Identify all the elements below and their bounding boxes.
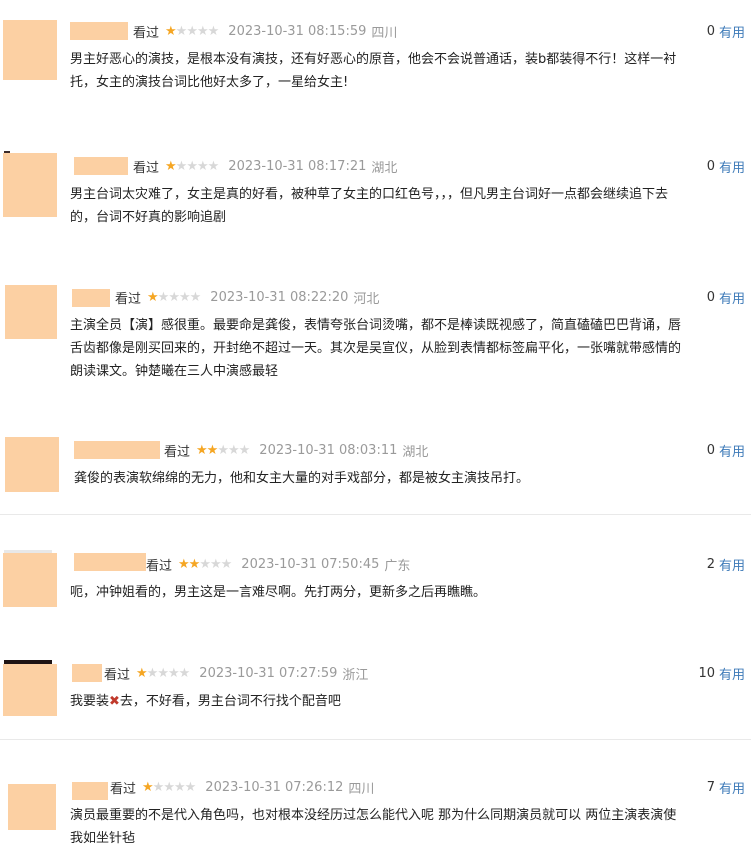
- cross-mark-icon: ✖: [109, 694, 120, 709]
- useful-button[interactable]: 有用: [719, 664, 745, 683]
- useful-vote[interactable]: 2 有用: [707, 553, 745, 575]
- watched-label: 看过: [115, 291, 142, 307]
- review-text-line: 呃，冲钟姐看的，男主这是一言难尽啊。先打两分，更新多之后再瞧瞧。: [70, 585, 487, 600]
- review-text-line: 托，女主的演技台词比他好太多了，一星给女主!: [70, 75, 349, 90]
- useful-button[interactable]: 有用: [719, 288, 745, 307]
- rating-stars: ★ ★ ★ ★ ★: [196, 442, 250, 458]
- useful-button[interactable]: 有用: [719, 22, 745, 41]
- watched-label: 看过: [146, 558, 173, 574]
- review-location: 湖北: [402, 444, 429, 460]
- rating-stars: ★ ★ ★ ★ ★: [165, 158, 219, 174]
- review-text-line: 舌齿都像是刚买回来的，开封绝不超过一天。其次是吴宣仪，从脸到表情都标签扁平化，一…: [70, 341, 682, 356]
- review-text: 男主好恶心的演技，是根本没有演技，还有好恶心的原音，他会不会说普通话，装b都装得…: [70, 48, 676, 94]
- review-text-line: 主演全员【演】感很重。最要命是龚俊，表情夸张台词烫嘴，都不是棒读既视感了，简直磕…: [70, 318, 682, 333]
- divider: [0, 739, 751, 740]
- watched-label: 看过: [133, 25, 160, 41]
- review-location: 四川: [348, 781, 375, 797]
- avatar[interactable]: [5, 285, 57, 339]
- username[interactable]: [74, 553, 146, 571]
- watched-label: 看过: [104, 667, 131, 683]
- rating-stars: ★ ★ ★ ★ ★: [136, 665, 190, 681]
- review-item: 看过 ★ ★ ★ ★ ★ 2023-10-31 07:26:12 四川 7 有用 演员最…: [0, 770, 751, 851]
- review-item: 看过 ★ ★ ★ ★ ★ 2023-10-31 08:22:20 河北 0 有用 主演全…: [0, 265, 751, 425]
- review-text-line: 龚俊的表演软绵绵的无力，他和女主大量的对手戏部分，都是被女主演技吊打。: [74, 471, 530, 486]
- avatar[interactable]: [8, 784, 56, 830]
- rating-stars: ★ ★ ★ ★ ★: [178, 556, 232, 572]
- useful-count: 0: [706, 23, 715, 39]
- username[interactable]: [74, 157, 128, 175]
- avatar[interactable]: [5, 437, 59, 492]
- avatar[interactable]: [3, 153, 57, 217]
- review-text-line: 演员最重要的不是代入角色吗，也对根本没经历过怎么能代入呢 那为什么同期演员就可以…: [70, 808, 677, 823]
- useful-vote[interactable]: 10 有用: [698, 662, 745, 684]
- useful-button[interactable]: 有用: [719, 441, 745, 460]
- username[interactable]: [72, 289, 110, 307]
- review-text-line: 男主台词太灾难了，女主是真的好看，被种草了女主的口红色号，，，但凡男主台词好一点…: [70, 187, 669, 202]
- review-location: 浙江: [342, 667, 369, 683]
- review-text: 演员最重要的不是代入角色吗，也对根本没经历过怎么能代入呢 那为什么同期演员就可以…: [70, 804, 676, 850]
- review-text: 我要装✖去，不好看，男主台词不行找个配音吧: [70, 690, 341, 713]
- useful-vote[interactable]: 0 有用: [707, 20, 745, 42]
- review-text: 男主台词太灾难了，女主是真的好看，被种草了女主的口红色号，，，但凡男主台词好一点…: [70, 183, 668, 229]
- watched-label: 看过: [133, 160, 160, 176]
- useful-count: 10: [698, 665, 715, 681]
- review-text: 主演全员【演】感很重。最要命是龚俊，表情夸张台词烫嘴，都不是棒读既视感了，简直磕…: [70, 314, 681, 383]
- review-text-line: 朗读课文。钟楚曦在三人中演感最轻: [70, 364, 279, 379]
- review-item: 看过 ★ ★ ★ ★ ★ 2023-10-31 08:17:21 湖北 0 有用 男主台…: [0, 135, 751, 265]
- review-item: 看过 ★ ★ ★ ★ ★ 2023-10-31 07:27:59 浙江 10 有用 我要…: [0, 650, 751, 740]
- review-time: 2023-10-31 08:15:59: [228, 23, 367, 39]
- useful-button[interactable]: 有用: [719, 157, 745, 176]
- review-location: 湖北: [371, 160, 398, 176]
- review-location: 四川: [371, 25, 398, 41]
- review-text-line: 的，台词不好真的影响追剧: [70, 210, 227, 225]
- rating-stars: ★ ★ ★ ★ ★: [142, 779, 196, 795]
- review-time: 2023-10-31 07:50:45: [241, 556, 380, 572]
- watched-label: 看过: [164, 444, 191, 460]
- review-item: 看过 ★ ★ ★ ★ ★ 2023-10-31 08:15:59 四川 0 有用 男主好…: [0, 0, 751, 135]
- avatar[interactable]: [3, 664, 57, 716]
- review-text: 呃，冲钟姐看的，男主这是一言难尽啊。先打两分，更新多之后再瞧瞧。: [70, 581, 486, 604]
- useful-count: 0: [706, 289, 715, 305]
- review-list-page: { "reviews": [ { "watched": "看过", "ratin…: [0, 0, 751, 851]
- review-item: 看过 ★ ★ ★ ★ ★ 2023-10-31 08:03:11 湖北 0 有用 龚俊的…: [0, 425, 751, 515]
- rating-stars: ★ ★ ★ ★ ★: [147, 289, 201, 305]
- review-item: 看过 ★ ★ ★ ★ ★ 2023-10-31 07:50:45 广东 2 有用 呃，冲…: [0, 540, 751, 640]
- review-text-line: 我要装: [70, 694, 110, 709]
- useful-vote[interactable]: 7 有用: [707, 776, 745, 798]
- review-time: 2023-10-31 07:27:59: [199, 665, 338, 681]
- review-time: 2023-10-31 08:03:11: [259, 442, 398, 458]
- username[interactable]: [70, 22, 128, 40]
- review-text-line: 去，不好看，男主台词不行找个配音吧: [119, 694, 341, 709]
- review-location: 广东: [384, 558, 411, 574]
- watched-label: 看过: [110, 781, 137, 797]
- useful-count: 2: [706, 556, 715, 572]
- review-location: 河北: [353, 291, 380, 307]
- divider: [0, 514, 751, 515]
- useful-vote[interactable]: 0 有用: [707, 286, 745, 308]
- username[interactable]: [72, 664, 102, 682]
- review-text: 龚俊的表演软绵绵的无力，他和女主大量的对手戏部分，都是被女主演技吊打。: [74, 467, 529, 490]
- useful-button[interactable]: 有用: [719, 778, 745, 797]
- review-time: 2023-10-31 08:17:21: [228, 158, 367, 174]
- useful-count: 7: [706, 779, 715, 795]
- useful-vote[interactable]: 0 有用: [707, 439, 745, 461]
- review-text-line: 我如坐针毡: [70, 831, 136, 846]
- useful-count: 0: [706, 442, 715, 458]
- review-text-line: 男主好恶心的演技，是根本没有演技，还有好恶心的原音，他会不会说普通话，装b都装得…: [70, 52, 677, 67]
- review-time: 2023-10-31 08:22:20: [210, 289, 349, 305]
- review-time: 2023-10-31 07:26:12: [205, 779, 344, 795]
- useful-vote[interactable]: 0 有用: [707, 155, 745, 177]
- avatar[interactable]: [3, 20, 57, 80]
- useful-button[interactable]: 有用: [719, 555, 745, 574]
- username[interactable]: [74, 441, 160, 459]
- useful-count: 0: [706, 158, 715, 174]
- avatar[interactable]: [3, 553, 57, 607]
- username[interactable]: [72, 782, 108, 800]
- rating-stars: ★ ★ ★ ★ ★: [165, 23, 219, 39]
